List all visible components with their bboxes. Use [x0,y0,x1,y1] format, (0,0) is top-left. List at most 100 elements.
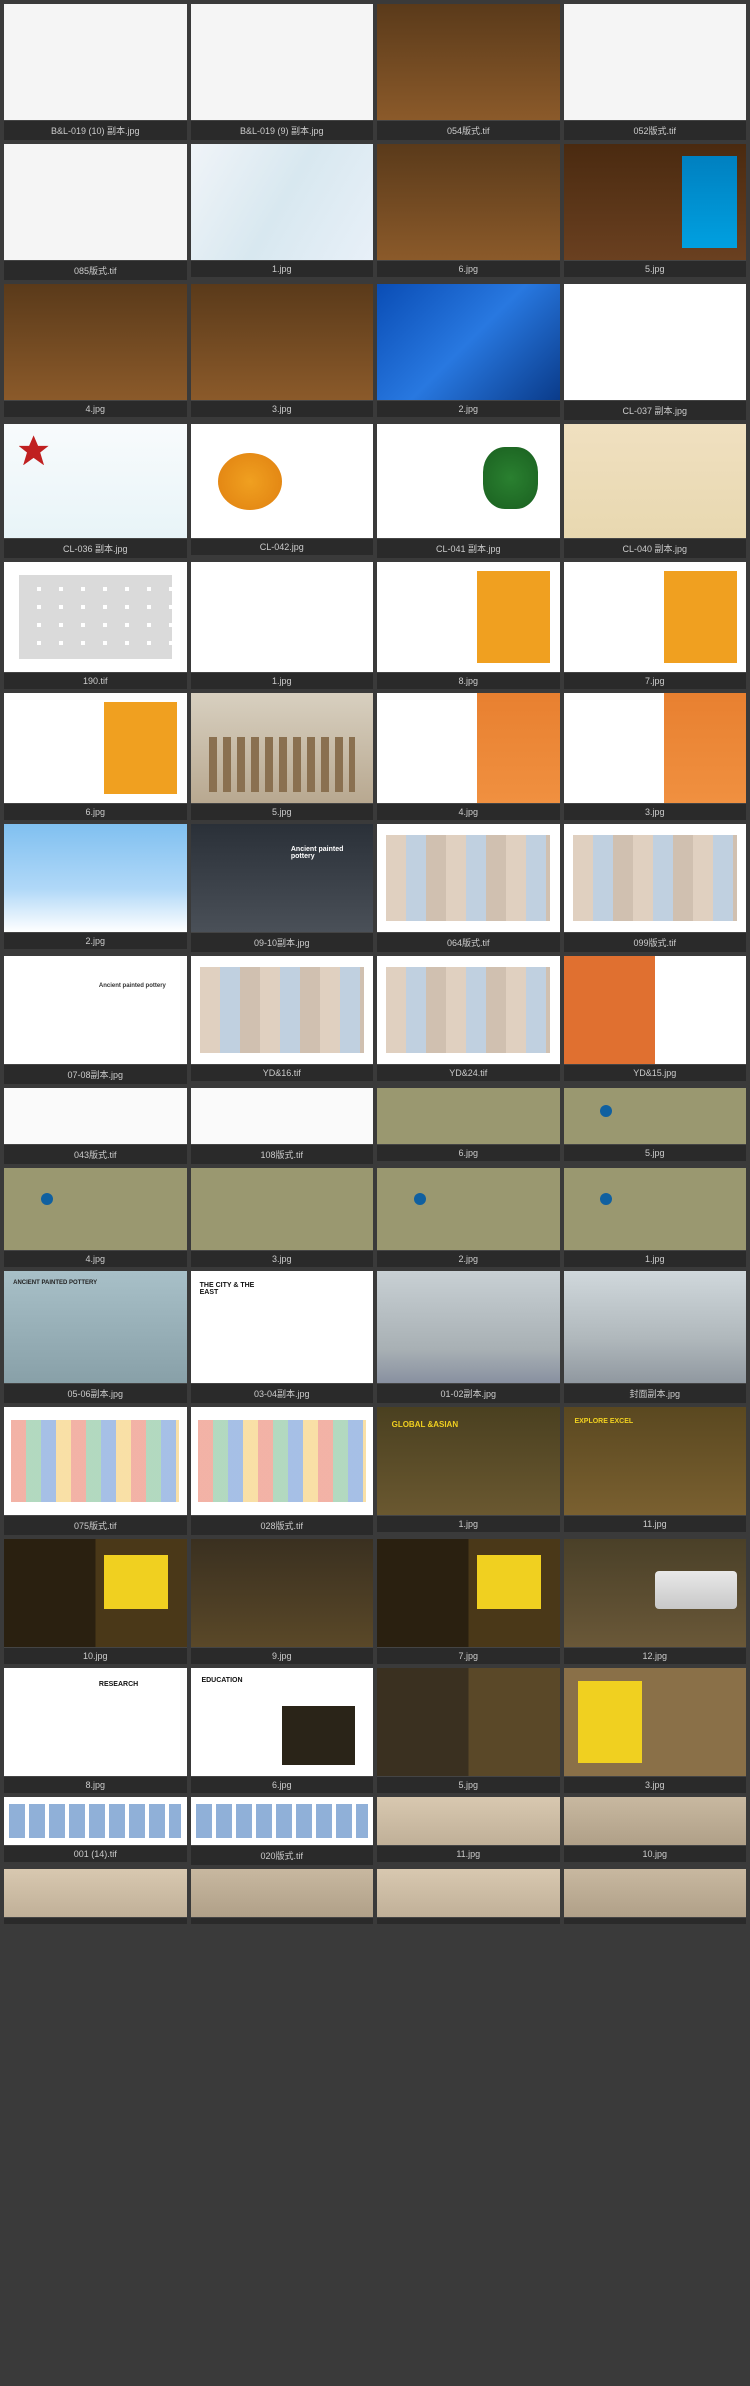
thumbnail-cell[interactable]: 3.jpg [562,1666,749,1795]
thumbnail-cell[interactable]: 封面副本.jpg [562,1269,749,1405]
thumbnail-cell[interactable]: 4.jpg [2,1166,189,1269]
thumbnail-cell[interactable]: 7.jpg [375,1537,562,1666]
thumbnail-cell[interactable]: 190.tif [2,560,189,691]
thumbnail-cell[interactable]: 6.jpg [375,1086,562,1166]
thumbnail-cell[interactable]: YD&15.jpg [562,954,749,1086]
thumbnail-cell[interactable]: 10.jpg [2,1537,189,1666]
thumbnail-cell[interactable]: 1.jpg [375,1405,562,1537]
thumbnail-cell[interactable]: 1.jpg [562,1166,749,1269]
thumbnail-image[interactable] [564,1088,747,1144]
thumbnail-cell[interactable]: 5.jpg [562,1086,749,1166]
thumbnail-cell[interactable]: 075版式.tif [2,1405,189,1537]
thumbnail-image[interactable] [191,562,374,672]
thumbnail-image[interactable] [564,1797,747,1845]
thumbnail-cell[interactable]: CL-037 副本.jpg [562,282,749,422]
thumbnail-image[interactable] [377,1539,560,1647]
thumbnail-cell[interactable]: 03-04副本.jpg [189,1269,376,1405]
thumbnail-cell[interactable]: 07-08副本.jpg [2,954,189,1086]
thumbnail-cell[interactable]: 4.jpg [2,282,189,422]
thumbnail-cell[interactable]: CL-042.jpg [189,422,376,560]
thumbnail-cell[interactable]: 108版式.tif [189,1086,376,1166]
thumbnail-image[interactable] [191,1407,374,1515]
thumbnail-image[interactable] [564,693,747,803]
thumbnail-image[interactable] [377,1869,560,1917]
thumbnail-image[interactable] [191,1539,374,1647]
thumbnail-image[interactable] [377,1668,560,1776]
thumbnail-cell[interactable]: 8.jpg [2,1666,189,1795]
thumbnail-image[interactable] [377,956,560,1064]
thumbnail-cell[interactable]: 3.jpg [189,1166,376,1269]
thumbnail-cell[interactable]: 11.jpg [562,1405,749,1537]
thumbnail-image[interactable] [4,1088,187,1144]
thumbnail-image[interactable] [191,1088,374,1144]
thumbnail-image[interactable] [191,1869,374,1917]
thumbnail-cell[interactable]: 3.jpg [562,691,749,822]
thumbnail-image[interactable] [377,144,560,260]
thumbnail-cell[interactable]: 1.jpg [189,560,376,691]
thumbnail-cell[interactable]: 8.jpg [375,560,562,691]
thumbnail-image[interactable] [377,824,560,932]
thumbnail-cell[interactable]: 11.jpg [375,1795,562,1867]
thumbnail-image[interactable] [564,1869,747,1917]
thumbnail-image[interactable] [4,284,187,400]
thumbnail-image[interactable] [191,1668,374,1776]
thumbnail-cell[interactable]: 2.jpg [375,282,562,422]
thumbnail-cell[interactable]: B&L-019 (9) 副本.jpg [189,2,376,142]
thumbnail-image[interactable] [377,693,560,803]
thumbnail-image[interactable] [191,4,374,120]
thumbnail-image[interactable] [564,4,747,120]
thumbnail-cell[interactable]: CL-040 副本.jpg [562,422,749,560]
thumbnail-image[interactable] [377,424,560,538]
thumbnail-cell[interactable]: 6.jpg [375,142,562,282]
thumbnail-cell[interactable]: YD&16.tif [189,954,376,1086]
thumbnail-cell[interactable]: 2.jpg [2,822,189,954]
thumbnail-cell[interactable] [375,1867,562,1926]
thumbnail-image[interactable] [191,693,374,803]
thumbnail-image[interactable] [377,1407,560,1515]
thumbnail-cell[interactable]: 05-06副本.jpg [2,1269,189,1405]
thumbnail-image[interactable] [4,1271,187,1383]
thumbnail-cell[interactable]: YD&24.tif [375,954,562,1086]
thumbnail-image[interactable] [4,144,187,260]
thumbnail-cell[interactable]: 054版式.tif [375,2,562,142]
thumbnail-image[interactable] [191,1271,374,1383]
thumbnail-cell[interactable]: 064版式.tif [375,822,562,954]
thumbnail-cell[interactable]: CL-036 副本.jpg [2,422,189,560]
thumbnail-image[interactable] [564,562,747,672]
thumbnail-image[interactable] [4,824,187,932]
thumbnail-image[interactable] [377,1797,560,1845]
thumbnail-image[interactable] [564,1668,747,1776]
thumbnail-image[interactable] [191,956,374,1064]
thumbnail-cell[interactable]: 2.jpg [375,1166,562,1269]
thumbnail-cell[interactable]: 028版式.tif [189,1405,376,1537]
thumbnail-cell[interactable]: 01-02副本.jpg [375,1269,562,1405]
thumbnail-image[interactable] [377,1271,560,1383]
thumbnail-image[interactable] [4,562,187,672]
thumbnail-image[interactable] [564,1539,747,1647]
thumbnail-image[interactable] [377,562,560,672]
thumbnail-cell[interactable]: 099版式.tif [562,822,749,954]
thumbnail-cell[interactable]: 10.jpg [562,1795,749,1867]
thumbnail-cell[interactable]: 5.jpg [189,691,376,822]
thumbnail-cell[interactable]: 043版式.tif [2,1086,189,1166]
thumbnail-cell[interactable]: 09-10副本.jpg [189,822,376,954]
thumbnail-cell[interactable]: 085版式.tif [2,142,189,282]
thumbnail-cell[interactable]: 4.jpg [375,691,562,822]
thumbnail-image[interactable] [377,1168,560,1250]
thumbnail-cell[interactable]: 052版式.tif [562,2,749,142]
thumbnail-cell[interactable]: B&L-019 (10) 副本.jpg [2,2,189,142]
thumbnail-image[interactable] [564,1168,747,1250]
thumbnail-image[interactable] [4,956,187,1064]
thumbnail-image[interactable] [564,956,747,1064]
thumbnail-cell[interactable]: 001 (14).tif [2,1795,189,1867]
thumbnail-image[interactable] [564,284,747,400]
thumbnail-cell[interactable]: 5.jpg [562,142,749,282]
thumbnail-cell[interactable] [2,1867,189,1926]
thumbnail-image[interactable] [377,284,560,400]
thumbnail-image[interactable] [4,1407,187,1515]
thumbnail-image[interactable] [4,1539,187,1647]
thumbnail-image[interactable] [191,1168,374,1250]
thumbnail-image[interactable] [191,284,374,400]
thumbnail-cell[interactable]: 020版式.tif [189,1795,376,1867]
thumbnail-image[interactable] [4,424,187,538]
